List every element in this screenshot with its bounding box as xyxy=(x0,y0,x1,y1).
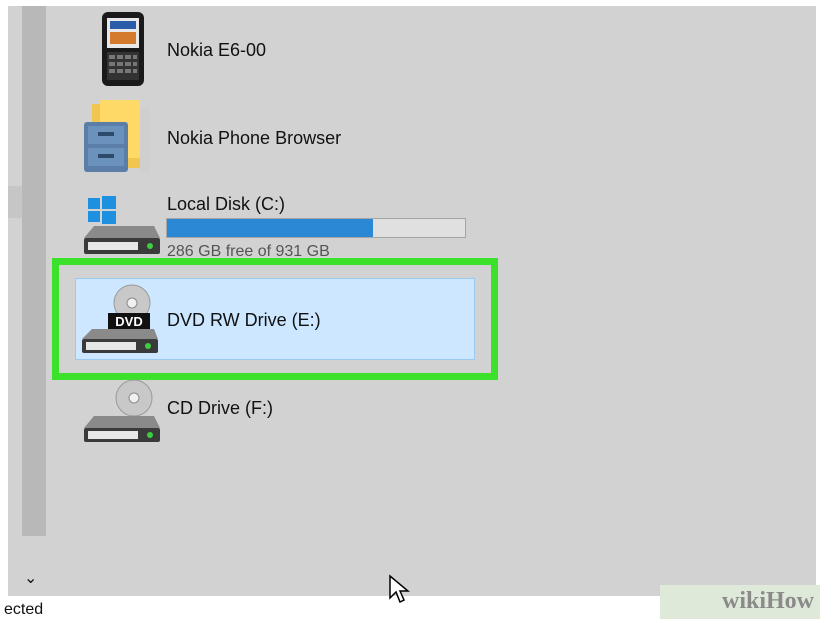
drive-label: Nokia E6-00 xyxy=(167,40,267,60)
disk-usage-fill xyxy=(167,219,373,237)
status-bar-text: ected xyxy=(4,601,44,618)
dvd-badge-text: DVD xyxy=(115,314,142,329)
watermark-text: wikiHow xyxy=(721,588,814,614)
watermark: wikiHow xyxy=(660,585,820,619)
drive-item-nokia-e6[interactable]: Nokia E6-00 xyxy=(94,12,394,88)
navigation-pane-scrollbar[interactable] xyxy=(22,6,46,536)
drive-item-cd-f[interactable]: CD Drive (F:) xyxy=(78,376,378,448)
drive-label: DVD RW Drive (E:) xyxy=(167,310,321,330)
cd-drive-icon xyxy=(84,379,160,442)
drive-label: Nokia Phone Browser xyxy=(167,128,342,148)
mouse-cursor-icon xyxy=(389,574,410,604)
drive-item-nokia-phone-browser[interactable]: Nokia Phone Browser xyxy=(78,100,408,178)
sidebar-notch xyxy=(8,186,22,218)
dvd-drive-icon: DVD xyxy=(82,284,158,353)
local-disk-icon xyxy=(84,196,160,254)
drive-item-dvd-rw-e[interactable]: DVD DVD RW Drive (E:) xyxy=(75,278,475,360)
drive-label: CD Drive (F:) xyxy=(167,398,273,418)
drive-free-space: 286 GB free of 931 GB xyxy=(167,243,330,259)
folder-icon xyxy=(84,100,150,172)
chevron-down-icon[interactable]: ⌄ xyxy=(24,568,37,588)
disk-usage-bar xyxy=(166,218,466,238)
drive-label: Local Disk (C:) xyxy=(167,194,286,214)
phone-icon xyxy=(102,12,144,86)
